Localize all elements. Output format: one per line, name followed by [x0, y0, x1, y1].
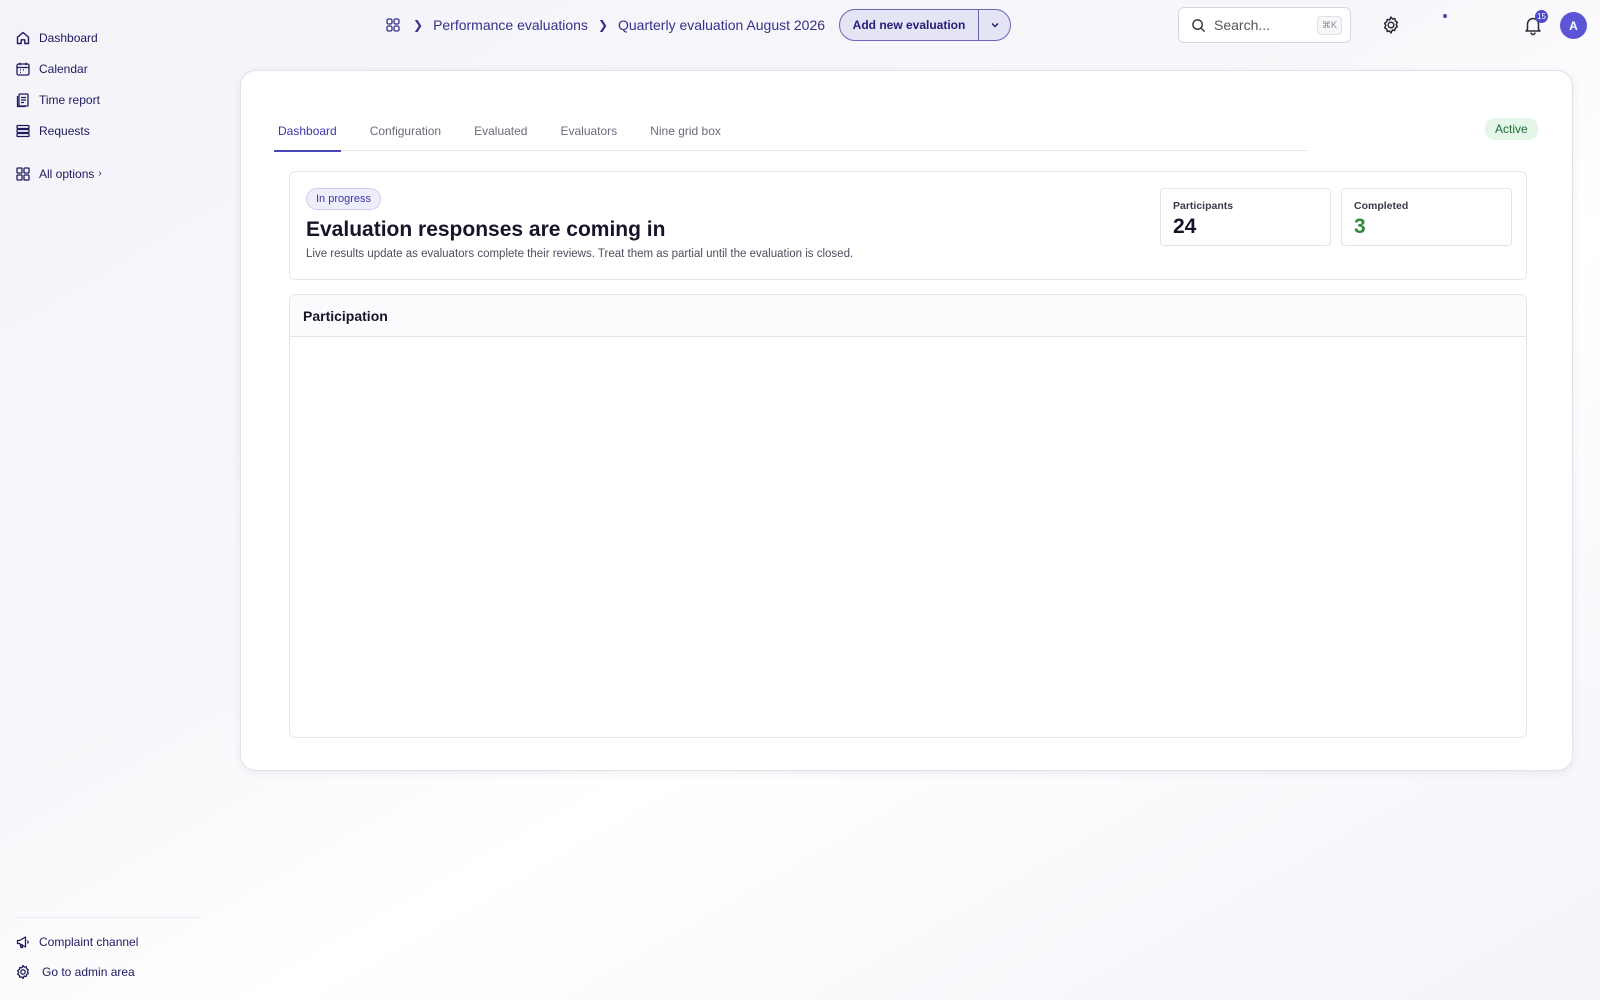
indicator-dot [1443, 14, 1447, 18]
tab-nine-grid-box[interactable]: Nine grid box [646, 111, 725, 151]
participation-panel: Participation [289, 294, 1527, 738]
chevron-down-icon [990, 20, 1000, 30]
sidebar-item-time-report[interactable]: Time report [15, 84, 102, 115]
avatar[interactable]: A [1560, 12, 1587, 39]
sidebar-item-calendar[interactable]: Calendar [15, 53, 102, 84]
breadcrumb-current: Quarterly evaluation August 2026 [618, 17, 826, 33]
notifications-count-badge: 15 [1535, 10, 1548, 23]
tab-bar: Dashboard Configuration Evaluated Evalua… [274, 111, 1307, 152]
sidebar-item-label: All options [39, 166, 95, 181]
stat-value: 24 [1173, 215, 1197, 238]
tab-configuration[interactable]: Configuration [366, 111, 445, 151]
search-icon [1191, 18, 1206, 33]
chevron-right-icon: ❯ [597, 18, 608, 32]
sidebar-bottom: Complaint channel Go to admin area [15, 917, 200, 987]
search-box: ⌘K [1178, 7, 1351, 43]
add-evaluation-split-button: Add new evaluation [839, 9, 1011, 41]
calendar-icon [15, 61, 31, 77]
participants-stat: Participants 24 [1160, 188, 1331, 246]
sidebar-item-label: Calendar [39, 61, 88, 76]
in-progress-pill: In progress [306, 188, 382, 210]
status-badge: Active [1485, 118, 1538, 140]
sidebar-item-label: Requests [39, 123, 90, 138]
status-description: Live results update as evaluators comple… [306, 248, 854, 260]
sidebar-item-all-options[interactable]: All options › [15, 158, 102, 189]
sidebar-item-label: Go to admin area [42, 965, 135, 979]
evaluation-status-panel: In progress Evaluation responses are com… [289, 171, 1527, 280]
chevron-right-icon: › [98, 168, 102, 179]
clipboard-icon [15, 92, 31, 108]
sidebar-item-label: Time report [39, 92, 100, 107]
tab-evaluated[interactable]: Evaluated [470, 111, 531, 151]
grid-icon [15, 166, 31, 182]
sidebar-item-requests[interactable]: Requests [15, 115, 102, 146]
tab-dashboard[interactable]: Dashboard [274, 111, 341, 152]
sidebar-item-complaint-channel[interactable]: Complaint channel [15, 927, 200, 957]
breadcrumb: ❯ Performance evaluations ❯ Quarterly ev… [385, 13, 825, 37]
stack-icon [15, 123, 31, 139]
stat-value: 3 [1354, 215, 1366, 238]
gear-icon [15, 964, 31, 980]
status-title: Evaluation responses are coming in [306, 218, 666, 241]
settings-gear-icon[interactable] [1381, 15, 1401, 35]
megaphone-icon [15, 934, 31, 950]
sidebar-item-admin-area[interactable]: Go to admin area [15, 957, 200, 987]
tab-evaluators[interactable]: Evaluators [556, 111, 621, 151]
add-new-evaluation-button[interactable]: Add new evaluation [840, 10, 978, 40]
breadcrumb-performance-evaluations[interactable]: Performance evaluations [433, 17, 588, 33]
search-input[interactable] [1214, 17, 1317, 33]
participation-title: Participation [290, 295, 1526, 337]
completed-stat: Completed 3 [1341, 188, 1512, 246]
stat-label: Completed [1354, 200, 1409, 212]
chevron-right-icon: ❯ [413, 18, 424, 32]
top-bar: ❯ Performance evaluations ❯ Quarterly ev… [0, 0, 1600, 50]
search-shortcut: ⌘K [1316, 15, 1342, 35]
main-card: Dashboard Configuration Evaluated Evalua… [240, 70, 1573, 771]
add-evaluation-dropdown-button[interactable] [978, 10, 1010, 40]
apps-grid-icon[interactable] [385, 17, 401, 33]
stat-label: Participants [1173, 200, 1234, 212]
sidebar-item-label: Complaint channel [39, 935, 139, 949]
sidebar: Dashboard Calendar Time report Requests … [0, 0, 200, 1000]
